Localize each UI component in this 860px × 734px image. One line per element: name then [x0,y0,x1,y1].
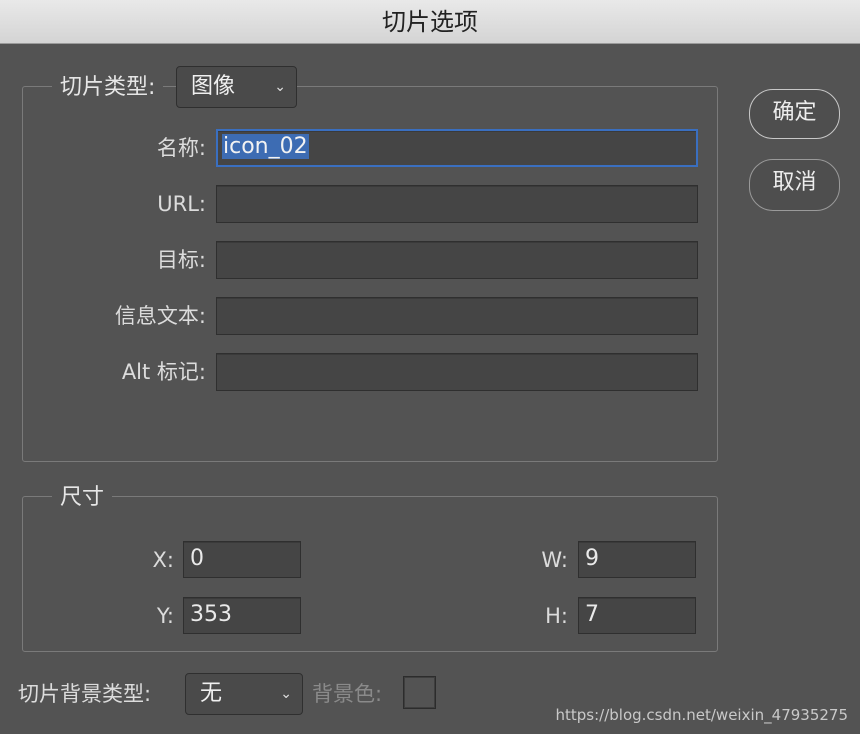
background-type-label: 切片背景类型: [18,682,152,706]
ok-button[interactable]: 确定 [749,89,840,139]
w-label: W: [541,548,568,572]
name-value: icon_02 [222,134,309,159]
dimensions-legend: 尺寸 [52,483,113,513]
background-color-swatch[interactable] [403,676,436,709]
name-field[interactable]: icon_02 [216,129,698,167]
chevron-down-icon: ⌄ [280,686,292,702]
name-label: 名称: [156,136,206,160]
message-text-label: 信息文本: [114,304,206,328]
chevron-down-icon: ⌄ [274,79,286,95]
target-label: 目标: [156,248,206,272]
url-field[interactable] [216,185,698,223]
dialog-title: 切片选项 [0,0,860,44]
x-field[interactable]: 0 [183,541,301,578]
slice-type-value: 图像 [191,74,236,99]
y-field[interactable]: 353 [183,597,301,634]
background-type-select[interactable]: 无 ⌄ [185,673,303,715]
url-label: URL: [157,192,206,216]
h-field[interactable]: 7 [578,597,696,634]
alt-tag-label: Alt 标记: [121,360,206,384]
background-type-value: 无 [200,681,223,706]
background-color-label: 背景色: [312,682,383,706]
slice-type-label: 切片类型: [52,73,164,103]
x-label: X: [152,548,174,572]
alt-tag-field[interactable] [216,353,698,391]
slice-type-select[interactable]: 图像 ⌄ [176,66,297,108]
cancel-button[interactable]: 取消 [749,159,840,211]
watermark-url: https://blog.csdn.net/weixin_47935275 [555,706,848,724]
w-field[interactable]: 9 [578,541,696,578]
h-label: H: [545,604,568,628]
target-field[interactable] [216,241,698,279]
message-text-field[interactable] [216,297,698,335]
y-label: Y: [156,604,174,628]
